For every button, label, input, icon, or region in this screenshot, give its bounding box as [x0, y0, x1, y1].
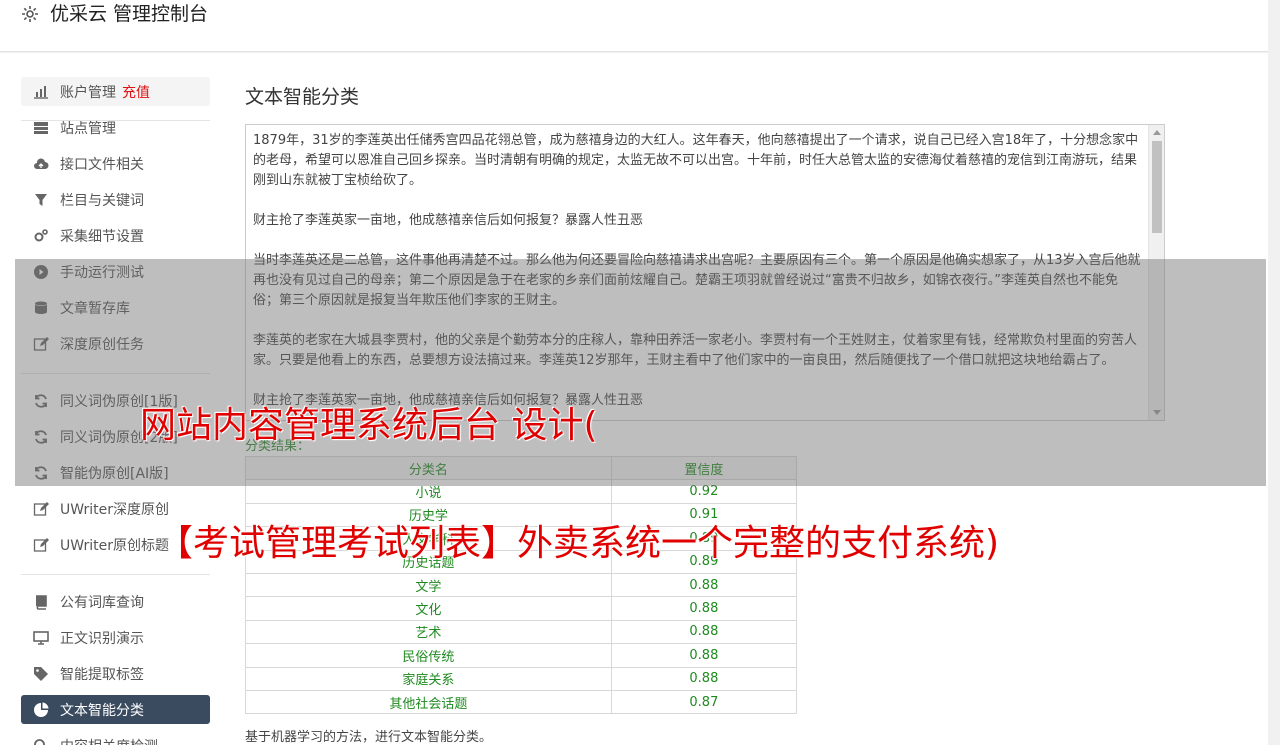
search-icon: [32, 737, 49, 745]
sidebar-item-relevance-check[interactable]: 内容相关度检测: [21, 731, 210, 745]
sidebar-item-extract-tags[interactable]: 智能提取标签: [21, 659, 210, 688]
sidebar-item-columns[interactable]: 栏目与关键词: [21, 185, 210, 214]
sidebar-item-label: 栏目与关键词: [60, 192, 144, 209]
gear-icon: [20, 4, 40, 24]
tag-icon: [32, 665, 49, 682]
sidebar-item-label: 正文识别演示: [60, 630, 144, 647]
divider: [21, 574, 210, 575]
gears-icon: [32, 227, 49, 244]
pie-chart-icon: [32, 701, 49, 718]
page-title: 文本智能分类: [245, 86, 360, 108]
filter-icon: [32, 191, 49, 208]
edit-icon: [32, 500, 49, 517]
table-row: 其他社会话题 0.87: [245, 689, 798, 715]
category-cell: 文化: [245, 596, 612, 621]
category-cell: 其他社会话题: [245, 689, 612, 715]
confidence-cell: 0.88: [610, 643, 798, 668]
sidebar-item-label: 接口文件相关: [60, 156, 144, 173]
table-row: 文化 0.88: [245, 596, 798, 621]
cloud-upload-icon: [32, 155, 49, 172]
watermark-overlay: [15, 259, 1266, 486]
paragraph: 1879年，31岁的李莲英出任储秀宫四品花翎总管，成为慈禧身边的大红人。这年春天…: [253, 133, 1139, 188]
server-icon: [32, 119, 49, 136]
sidebar-item-label: UWriter原创标题: [60, 537, 169, 554]
category-cell: 艺术: [245, 619, 612, 645]
edit-icon: [32, 536, 49, 553]
sidebar-item-text-recognition[interactable]: 正文识别演示: [21, 623, 210, 652]
sidebar-item-collect-settings[interactable]: 采集细节设置: [21, 221, 210, 250]
sidebar-item-interface[interactable]: 接口文件相关: [21, 149, 210, 178]
table-row: 家庭关系 0.88: [245, 666, 798, 691]
confidence-cell: 0.88: [610, 666, 798, 691]
overlay-caption-line1: 网站内容管理系统后台 设计(: [140, 405, 598, 446]
bar-chart-icon: [32, 83, 49, 100]
sidebar-item-label: 文本智能分类: [60, 702, 144, 719]
sidebar-item-label: 公有词库查询: [60, 594, 144, 611]
sidebar-item-label: UWriter深度原创: [60, 501, 169, 518]
sidebar-item-label: 账户管理: [60, 84, 116, 101]
table-row: 艺术 0.88: [245, 619, 798, 645]
paragraph: 财主抢了李莲英家一亩地，他成慈禧亲信后如何报复？暴露人性丑恶: [253, 213, 644, 228]
sidebar-item-label: 智能提取标签: [60, 666, 144, 683]
app-title: 优采云 管理控制台: [50, 3, 209, 25]
sidebar-item-label: 内容相关度检测: [60, 736, 158, 745]
table-row: 文学 0.88: [245, 572, 798, 598]
result-table: 分类名 置信度 小说 0.92 历史学 0.91 人文学科 0.89 历史话题 0.89…: [245, 455, 798, 715]
category-cell: 家庭关系: [245, 666, 612, 691]
confidence-cell: 0.88: [610, 572, 798, 598]
sidebar-item-account[interactable]: 账户管理 充值: [21, 77, 210, 106]
sidebar-item-text-classify[interactable]: 文本智能分类: [21, 695, 210, 724]
desktop-icon: [32, 629, 49, 646]
sidebar-item-uwriter-deep[interactable]: UWriter深度原创: [21, 494, 210, 523]
book-icon: [32, 593, 49, 610]
table-row: 民俗传统 0.88: [245, 643, 798, 668]
footnote: 基于机器学习的方法，进行文本智能分类。: [245, 730, 493, 745]
sidebar-item-label: 站点管理: [60, 120, 116, 137]
overlay-caption-line2: 【考试管理考试列表】外卖系统一个完整的支付系统): [157, 523, 1000, 564]
confidence-cell: 0.88: [610, 596, 798, 621]
confidence-cell: 0.88: [610, 619, 798, 645]
confidence-cell: 0.87: [610, 689, 798, 715]
sidebar-item-label: 采集细节设置: [60, 228, 144, 245]
scroll-up-arrow-icon[interactable]: [1153, 130, 1161, 135]
header: 优采云 管理控制台: [0, 0, 1268, 52]
page-scrollbar[interactable]: [1268, 0, 1280, 745]
sidebar-item-sites[interactable]: 站点管理: [21, 113, 210, 142]
category-cell: 民俗传统: [245, 643, 612, 668]
category-cell: 文学: [245, 572, 612, 598]
sidebar-item-public-lexicon[interactable]: 公有词库查询: [21, 587, 210, 616]
scroll-thumb[interactable]: [1152, 141, 1162, 233]
recharge-link[interactable]: 充值: [122, 82, 150, 102]
